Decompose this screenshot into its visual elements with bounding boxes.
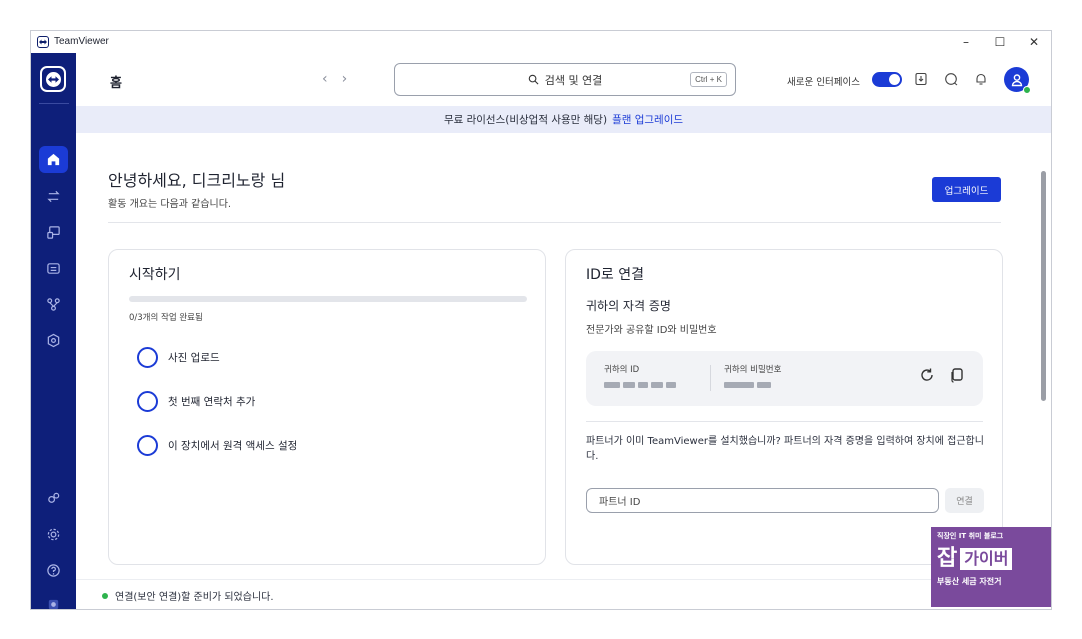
greeting-title: 안녕하세요, 디크리노랑 님 (108, 171, 286, 190)
security-icon (47, 333, 60, 348)
task-label: 사진 업로드 (168, 352, 220, 364)
task-item-remote-access[interactable]: 이 장치에서 원격 액세스 설정 (137, 435, 297, 456)
teamviewer-logo-icon (37, 35, 49, 48)
getting-started-title: 시작하기 (129, 267, 181, 283)
sidebar-item-settings[interactable] (39, 521, 68, 548)
status-dot (102, 592, 108, 599)
status-bar: 연결(보안 연결)할 준비가 되었습니다. (76, 579, 1051, 609)
license-text: 무료 라이선스(비상업적 사용만 해당) (443, 114, 608, 126)
home-icon (47, 153, 60, 166)
credentials-title: 귀하의 자격 증명 (586, 299, 671, 313)
upgrade-plan-link[interactable]: 플랜 업그레이드 (612, 112, 683, 127)
task-item-upload-photo[interactable]: 사진 업로드 (137, 347, 220, 368)
watermark-big-text: 잡 (937, 546, 958, 571)
app-title: TeamViewer (54, 36, 109, 47)
task-circle-icon (137, 391, 158, 412)
connect-button[interactable]: 연결 (945, 488, 984, 513)
sidebar-item-record[interactable] (39, 591, 68, 609)
sidebar-item-transfer[interactable] (39, 183, 68, 210)
partner-description: 파트너가 이미 TeamViewer를 설치했습니까? 파트너의 자격 증명을 … (586, 436, 984, 462)
task-label: 첫 번째 연락처 추가 (168, 396, 256, 408)
download-icon[interactable] (912, 70, 930, 88)
connect-title: ID로 연결 (586, 267, 644, 283)
your-id-label: 귀하의 ID (604, 365, 640, 375)
user-avatar[interactable] (1004, 67, 1031, 94)
user-icon (1011, 73, 1022, 86)
watermark-bottom-text: 부동산 세금 자전거 (937, 577, 1002, 586)
credentials-box: 귀하의 ID 귀하의 비밀번호 (586, 351, 983, 406)
transfer-icon (47, 190, 60, 203)
task-progress-bar (129, 296, 527, 302)
people-icon (48, 492, 60, 503)
status-text: 연결(보안 연결)할 준비가 되었습니다. (115, 592, 274, 603)
copy-icon[interactable] (949, 367, 965, 387)
chat-icon[interactable] (942, 70, 960, 88)
app-window: TeamViewer – ☐ ✕ 홈 ‹ › 검색 및 연결 Ctrl + K … (30, 30, 1052, 610)
bell-icon[interactable] (972, 70, 990, 88)
sidebar-item-security[interactable] (39, 327, 68, 354)
forward-arrow-icon[interactable]: › (342, 71, 348, 87)
task-circle-icon (137, 347, 158, 368)
license-banner: 무료 라이선스(비상업적 사용만 해당) 플랜 업그레이드 (76, 106, 1051, 133)
watermark-box-text: 가이버 (960, 548, 1013, 570)
search-placeholder: 검색 및 연결 (544, 73, 603, 87)
new-interface-label: 새로운 인터페이스 (787, 77, 860, 88)
upgrade-button[interactable]: 업그레이드 (932, 177, 1001, 202)
vertical-scrollbar[interactable] (1041, 171, 1046, 401)
your-password-value-redacted (724, 382, 781, 388)
connect-by-id-card: ID로 연결 귀하의 자격 증명 전문가와 공유할 ID와 비밀번호 귀하의 I… (565, 249, 1003, 565)
greeting-subtitle: 활동 개요는 다음과 같습니다. (108, 199, 232, 210)
maximize-button[interactable]: ☐ (983, 31, 1017, 52)
record-icon (48, 599, 59, 609)
main-divider (108, 222, 1001, 223)
close-button[interactable]: ✕ (1017, 31, 1051, 52)
page: TeamViewer – ☐ ✕ 홈 ‹ › 검색 및 연결 Ctrl + K … (0, 0, 1082, 639)
back-arrow-icon[interactable]: ‹ (322, 71, 328, 87)
device-group-icon (47, 263, 60, 274)
blog-watermark: 직장인 IT 취미 블로그 잡 가이버 부동산 세금 자전거 (931, 527, 1051, 607)
task-progress-text: 0/3개의 작업 완료됨 (129, 313, 203, 323)
refresh-password-icon[interactable] (919, 367, 935, 387)
help-icon (47, 564, 60, 577)
settings-icon (47, 528, 60, 541)
teamviewer-logo-icon[interactable] (40, 66, 66, 92)
new-interface-toggle[interactable] (872, 72, 902, 87)
main-content: 안녕하세요, 디크리노랑 님 활동 개요는 다음과 같습니다. 업그레이드 시작… (76, 133, 1051, 579)
task-item-add-contact[interactable]: 첫 번째 연락처 추가 (137, 391, 255, 412)
your-id-value-redacted (604, 382, 676, 388)
watermark-top-text: 직장인 IT 취미 블로그 (937, 532, 1004, 540)
search-shortcut-badge: Ctrl + K (690, 72, 727, 87)
sidebar (31, 53, 76, 609)
sidebar-item-remote-devices[interactable] (39, 219, 68, 246)
header: 홈 ‹ › 검색 및 연결 Ctrl + K 새로운 인터페이스 (76, 53, 1051, 106)
title-bar: TeamViewer – ☐ ✕ (31, 31, 1051, 52)
task-label: 이 장치에서 원격 액세스 설정 (168, 440, 298, 452)
page-title: 홈 (110, 76, 122, 91)
task-circle-icon (137, 435, 158, 456)
sidebar-item-branch[interactable] (39, 291, 68, 318)
search-icon (528, 74, 539, 85)
sidebar-item-device-group[interactable] (39, 255, 68, 282)
getting-started-card: 시작하기 0/3개의 작업 완료됨 사진 업로드 첫 번째 연락처 추가 이 장… (108, 249, 546, 565)
partner-id-input[interactable]: 파트너 ID (586, 488, 939, 513)
sidebar-divider (39, 103, 69, 104)
remote-devices-icon (47, 226, 60, 239)
your-password-label: 귀하의 비밀번호 (724, 365, 782, 375)
sidebar-item-people[interactable] (39, 485, 68, 512)
sidebar-item-help[interactable] (39, 557, 68, 584)
sidebar-item-home[interactable] (39, 146, 68, 173)
minimize-button[interactable]: – (949, 31, 983, 52)
branch-icon (47, 298, 60, 311)
card-divider (586, 421, 983, 422)
credentials-subtitle: 전문가와 공유할 ID와 비밀번호 (586, 325, 717, 336)
online-status-dot (1023, 86, 1031, 94)
search-input[interactable]: 검색 및 연결 Ctrl + K (394, 63, 736, 96)
